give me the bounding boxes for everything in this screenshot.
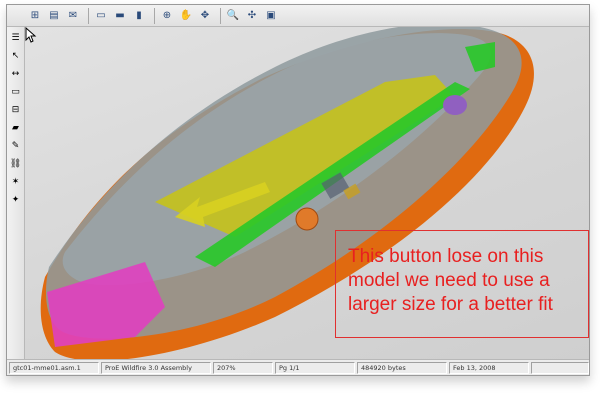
explode-icon[interactable]: ✶ — [9, 175, 23, 189]
left-toolbar: ☰ ↖ ↔ ▭ ⊟ ▰ ✎ ⛓ ✶ ✦ — [7, 27, 25, 359]
purple-part — [443, 95, 467, 115]
toolbar-separator — [220, 7, 221, 24]
section-icon[interactable]: ▭ — [9, 85, 23, 99]
side-button — [295, 207, 319, 231]
fit-icon[interactable]: ✣ — [244, 8, 260, 24]
toolbar-separator — [154, 7, 155, 24]
window-cascade-icon[interactable]: ▭ — [93, 8, 109, 24]
mouse-cursor-icon — [25, 27, 37, 43]
status-zoom: 207% — [213, 361, 273, 374]
top-toolbar: ⊞ ▤ ✉ ▭ ▬ ▮ ⊕ ✋ ✥ 🔍 ✣ ▣ — [7, 5, 589, 27]
window-tile-vertical-icon[interactable]: ▮ — [131, 8, 147, 24]
status-date: Feb 13, 2008 — [449, 361, 529, 374]
annotation-box: This button lose on this model we need t… — [335, 230, 589, 338]
view-icon[interactable]: ▣ — [263, 8, 279, 24]
status-size: 484920 bytes — [357, 361, 447, 374]
tree-icon[interactable]: ⊞ — [27, 8, 43, 24]
dimension-icon[interactable]: ⊟ — [9, 103, 23, 117]
select-arrow-icon[interactable]: ↖ — [9, 49, 23, 63]
status-filename: gtc01-mme01.asm.1 — [9, 361, 99, 374]
pan-hand-icon[interactable]: ✋ — [178, 8, 194, 24]
3d-viewport[interactable]: This button lose on this model we need t… — [25, 27, 589, 359]
folder-icon[interactable]: ▰ — [9, 121, 23, 135]
rotate-icon[interactable]: ✥ — [197, 8, 213, 24]
zoom-all-icon[interactable]: ⊕ — [159, 8, 175, 24]
toolbar-separator — [88, 7, 89, 24]
model-tree-icon[interactable]: ☰ — [9, 31, 23, 45]
viewer-window: ⊞ ▤ ✉ ▭ ▬ ▮ ⊕ ✋ ✥ 🔍 ✣ ▣ ☰ ↖ ↔ ▭ ⊟ ▰ ✎ ⛓ ✶ ✦ — [6, 4, 590, 376]
status-page: Pg 1/1 — [275, 361, 355, 374]
window-tile-horizontal-icon[interactable]: ▬ — [112, 8, 128, 24]
zoom-icon[interactable]: 🔍 — [225, 8, 241, 24]
status-progress — [531, 361, 589, 374]
print-icon[interactable]: ▤ — [46, 8, 62, 24]
markup-pen-icon[interactable]: ✎ — [9, 139, 23, 153]
highlight-icon[interactable]: ✦ — [9, 193, 23, 207]
status-application: ProE Wildfire 3.0 Assembly — [101, 361, 211, 374]
annotation-text: This button lose on this model we need t… — [348, 246, 553, 315]
status-bar: gtc01-mme01.asm.1 ProE Wildfire 3.0 Asse… — [7, 359, 589, 375]
link-icon[interactable]: ⛓ — [9, 157, 23, 171]
measure-icon[interactable]: ↔ — [9, 67, 23, 81]
mail-icon[interactable]: ✉ — [65, 8, 81, 24]
